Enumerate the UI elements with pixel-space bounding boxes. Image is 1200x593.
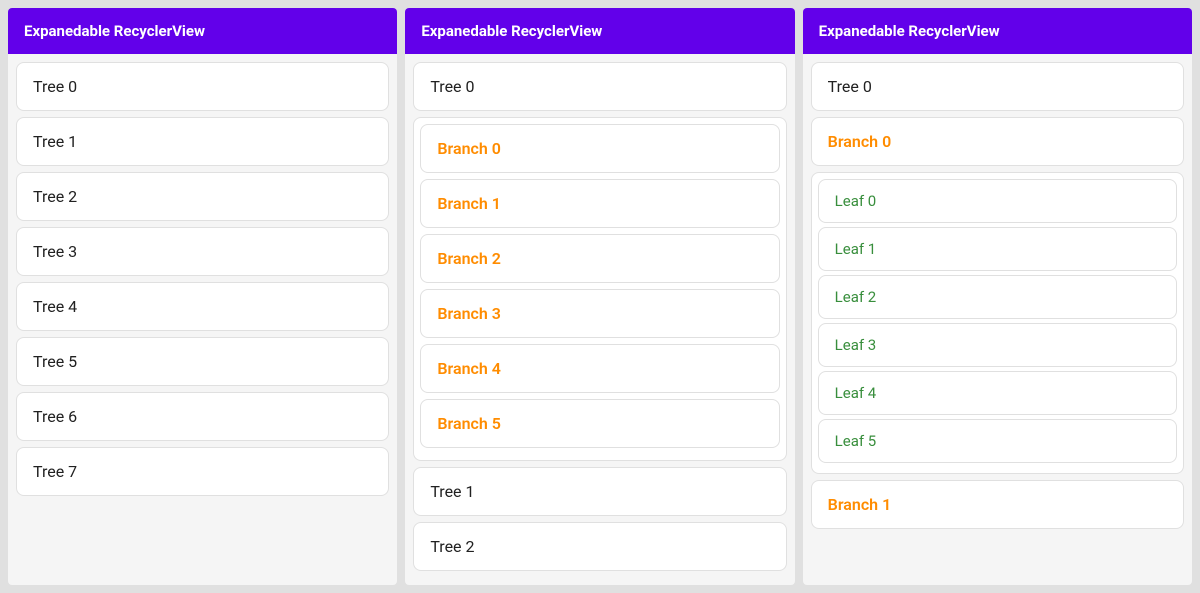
leaf-item[interactable]: Leaf 1: [818, 227, 1177, 271]
panel-1-content: Tree 0 Tree 1 Tree 2 Tree 3 Tree 4 Tree 5 Tree…: [8, 54, 397, 585]
tree-item[interactable]: Tree 4: [16, 282, 389, 331]
panel-3: Expanedable RecyclerView Tree 0 Branch 0 L…: [803, 8, 1192, 585]
branch-item[interactable]: Branch 1: [420, 179, 779, 228]
tree-item[interactable]: Tree 0: [413, 62, 786, 111]
tree-item[interactable]: Tree 1: [413, 467, 786, 516]
tree-item[interactable]: Tree 7: [16, 447, 389, 496]
branch-item[interactable]: Branch 1: [811, 480, 1184, 529]
branch-item[interactable]: Branch 5: [420, 399, 779, 448]
branches-container: Branch 0 Branch 1 Branch 2 Branch 3 Branch 4…: [413, 117, 786, 461]
panel-1: Expanedable RecyclerView Tree 0Tree 1Tre…: [8, 8, 397, 585]
panel-1-header: Expanedable RecyclerView: [8, 8, 397, 54]
tree-item[interactable]: Tree 0: [811, 62, 1184, 111]
panel-3-header: Expanedable RecyclerView: [803, 8, 1192, 54]
branch-item[interactable]: Branch 0: [811, 117, 1184, 166]
branch-item[interactable]: Branch 0: [420, 124, 779, 173]
panel-2: Expanedable RecyclerView Tree 0Branch 0B…: [405, 8, 794, 585]
tree-item[interactable]: Tree 3: [16, 227, 389, 276]
branch-item[interactable]: Branch 4: [420, 344, 779, 393]
panel-2-header: Expanedable RecyclerView: [405, 8, 794, 54]
panel-2-content: Tree 0Branch 0Branch 1Branch 2Branch 3Br…: [405, 54, 794, 585]
branch-item[interactable]: Branch 3: [420, 289, 779, 338]
panel-3-content: Tree 0Branch 0Leaf 0Leaf 1Leaf 2Leaf 3Le…: [803, 54, 1192, 585]
leaves-container: Leaf 0Leaf 1Leaf 2Leaf 3Leaf 4Leaf 5: [811, 172, 1184, 474]
tree-item[interactable]: Tree 6: [16, 392, 389, 441]
tree-item[interactable]: Tree 0: [16, 62, 389, 111]
leaf-item[interactable]: Leaf 2: [818, 275, 1177, 319]
tree-item[interactable]: Tree 2: [413, 522, 786, 571]
leaf-item[interactable]: Leaf 0: [818, 179, 1177, 223]
leaf-item[interactable]: Leaf 5: [818, 419, 1177, 463]
branch-item[interactable]: Branch 2: [420, 234, 779, 283]
leaf-item[interactable]: Leaf 3: [818, 323, 1177, 367]
tree-item[interactable]: Tree 5: [16, 337, 389, 386]
tree-item[interactable]: Tree 1: [16, 117, 389, 166]
tree-item[interactable]: Tree 2: [16, 172, 389, 221]
leaf-item[interactable]: Leaf 4: [818, 371, 1177, 415]
